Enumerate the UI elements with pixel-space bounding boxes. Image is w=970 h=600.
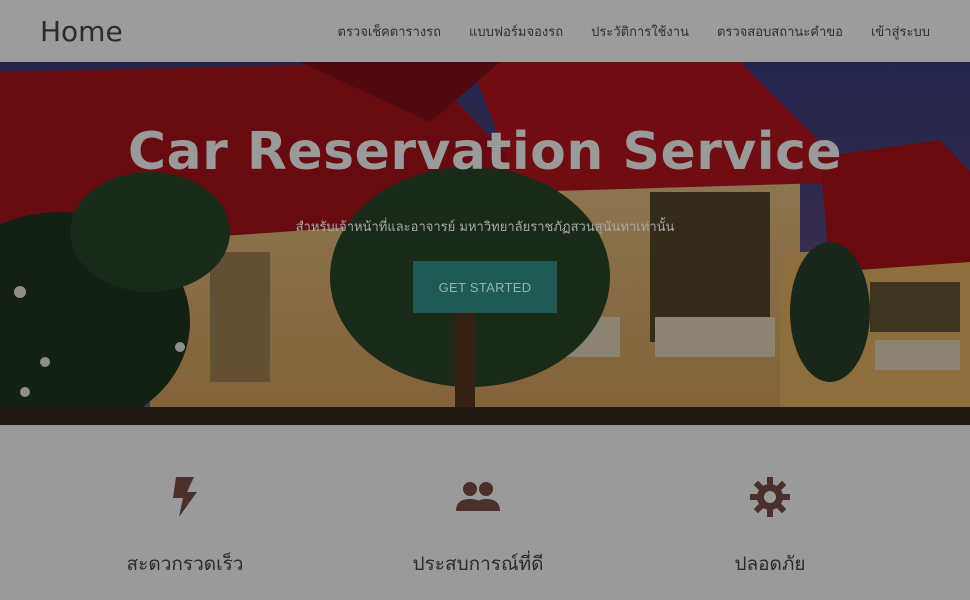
nav-link-schedule[interactable]: ตรวจเช็คตารางรถ — [338, 21, 442, 42]
hero-section: Car Reservation Service สำหรับเจ้าหน้าที… — [0, 62, 970, 425]
nav-link-login[interactable]: เข้าสู่ระบบ — [871, 21, 930, 42]
nav-link-history[interactable]: ประวัติการใช้งาน — [591, 21, 689, 42]
nav-links: ตรวจเช็คตารางรถ แบบฟอร์มจองรถ ประวัติการ… — [338, 21, 931, 42]
feature-label: สะดวกรวดเร็ว — [126, 553, 244, 575]
feature-label: ประสบการณ์ที่ดี — [412, 553, 544, 575]
hero-title: Car Reservation Service — [127, 122, 843, 182]
get-started-button[interactable]: GET STARTED — [413, 261, 557, 313]
feature-safety: ปลอดภัย — [650, 475, 890, 579]
nav-link-reservation-form[interactable]: แบบฟอร์มจองรถ — [469, 21, 563, 42]
features-section: สะดวกรวดเร็ว ประสบการณ์ที่ดี ปลอดภัย — [0, 425, 970, 600]
feature-experience: ประสบการณ์ที่ดี — [358, 475, 598, 579]
feature-label: ปลอดภัย — [734, 553, 806, 575]
top-navbar: Home ตรวจเช็คตารางรถ แบบฟอร์มจองรถ ประวั… — [0, 0, 970, 62]
feature-speed: สะดวกรวดเร็ว — [65, 475, 305, 579]
brand-home-link[interactable]: Home — [40, 15, 123, 48]
gear-icon — [750, 477, 790, 517]
nav-link-request-status[interactable]: ตรวจสอบสถานะคำขอ — [717, 21, 843, 42]
people-icon — [456, 482, 500, 511]
hero-content: Car Reservation Service สำหรับเจ้าหน้าที… — [0, 62, 970, 425]
hero-subtitle: สำหรับเจ้าหน้าที่และอาจารย์ มหาวิทยาลัยร… — [295, 220, 675, 235]
bolt-icon — [173, 477, 197, 517]
